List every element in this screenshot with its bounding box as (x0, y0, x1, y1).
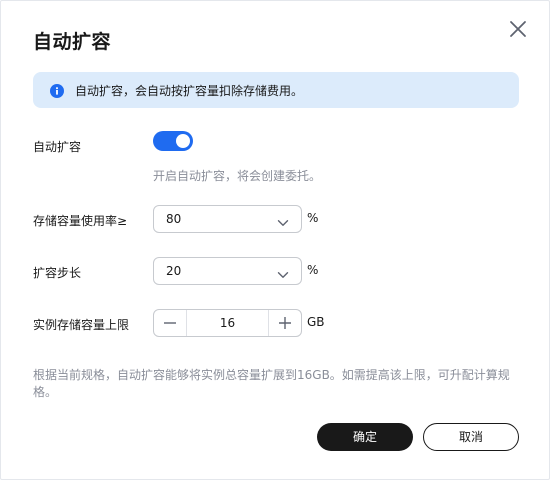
cancel-button[interactable]: 取消 (423, 423, 519, 451)
auto-expand-toggle[interactable] (153, 131, 193, 151)
close-icon[interactable] (506, 17, 530, 41)
info-icon (50, 83, 64, 98)
usage-threshold-value: 80 (166, 212, 182, 226)
decrement-button[interactable] (154, 310, 187, 336)
step-label: 扩容步长 (33, 266, 82, 280)
minus-icon (164, 322, 176, 324)
auto-expand-dialog: 自动扩容 自动扩容，会自动按扩容量扣除存储费用。 自动扩容 开启自动扩容，将会创… (0, 0, 550, 480)
notice-text: 自动扩容，会自动按扩容量扣除存储费用。 (75, 84, 304, 98)
chevron-down-icon (277, 214, 289, 226)
chevron-down-icon (277, 266, 289, 278)
usage-threshold-select[interactable]: 80 (153, 205, 302, 233)
increment-button[interactable] (268, 310, 301, 336)
step-select[interactable]: 20 (153, 257, 302, 285)
limit-stepper (153, 309, 302, 337)
limit-label: 实例存储容量上限 (33, 318, 130, 332)
limit-input[interactable] (187, 310, 268, 336)
toggle-knob (176, 134, 190, 148)
dialog-title: 自动扩容 (33, 31, 112, 53)
usage-threshold-label: 存储容量使用率≥ (33, 214, 128, 228)
confirm-button[interactable]: 确定 (317, 423, 413, 451)
auto-expand-hint: 开启自动扩容，将会创建委托。 (153, 169, 322, 183)
step-unit: % (307, 263, 319, 277)
usage-threshold-unit: % (307, 211, 319, 225)
step-value: 20 (166, 264, 182, 278)
capacity-description: 根据当前规格，自动扩容能够将实例总容量扩展到16GB。如需提高该上限，可升配计算… (33, 368, 510, 399)
notice-banner: 自动扩容，会自动按扩容量扣除存储费用。 (33, 72, 519, 108)
plus-icon (279, 317, 291, 329)
limit-unit: GB (307, 315, 325, 329)
auto-expand-label: 自动扩容 (33, 140, 82, 154)
